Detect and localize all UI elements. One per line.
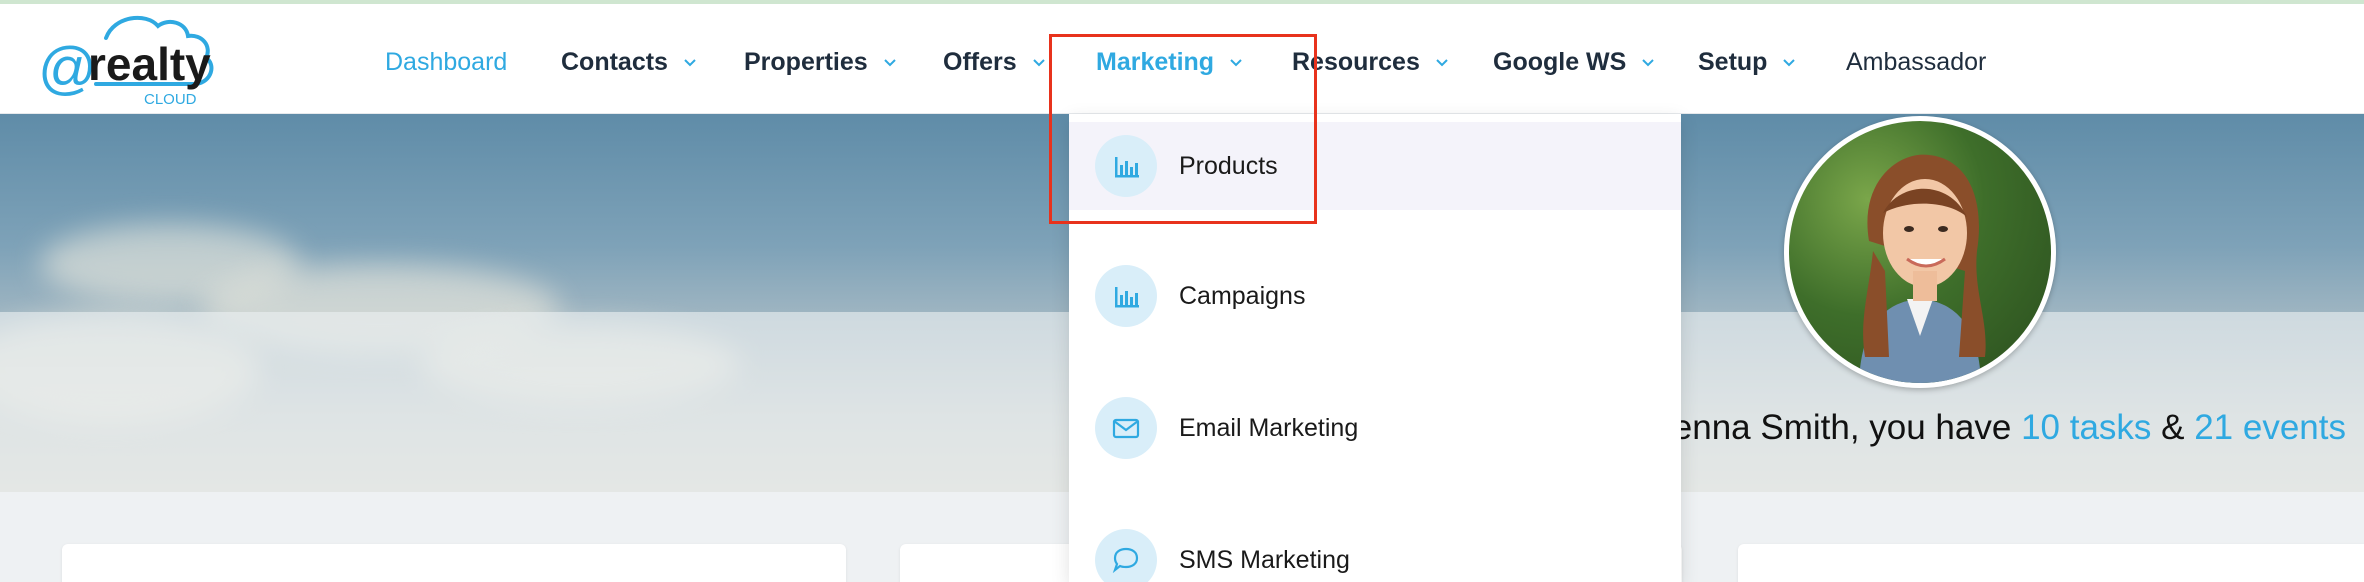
chevron-down-icon <box>682 54 698 70</box>
nav-contacts[interactable]: Contacts <box>561 42 698 82</box>
logo-subtext: CLOUD <box>144 91 197 108</box>
dashboard-card <box>62 544 846 582</box>
nav-properties[interactable]: Properties <box>744 42 898 82</box>
events-link[interactable]: 21 events <box>2194 408 2346 447</box>
menu-item-sms-marketing[interactable]: SMS Marketing <box>1069 516 1681 582</box>
nav-resources[interactable]: Resources <box>1292 42 1450 82</box>
menu-item-label: SMS Marketing <box>1179 545 1350 574</box>
nav-contacts-label: Contacts <box>561 47 668 76</box>
greeting-prefix: enna Smith, you have <box>1672 408 2022 447</box>
nav-google-ws-label: Google WS <box>1493 47 1627 76</box>
chevron-down-icon <box>1031 54 1047 70</box>
menu-item-label: Email Marketing <box>1179 413 1359 442</box>
menu-item-email-marketing[interactable]: Email Marketing <box>1069 384 1681 472</box>
menu-item-label: Products <box>1179 151 1278 180</box>
menu-item-campaigns[interactable]: Campaigns <box>1069 252 1681 340</box>
bar-chart-icon <box>1095 265 1157 327</box>
chevron-down-icon <box>1781 54 1797 70</box>
chevron-down-icon <box>1228 54 1244 70</box>
greeting-text: enna Smith, you have 10 tasks & 21 event… <box>1673 408 2346 448</box>
bar-chart-icon <box>1095 135 1157 197</box>
chevron-down-icon <box>1640 54 1656 70</box>
nav-dashboard[interactable]: Dashboard <box>385 42 507 82</box>
chevron-down-icon <box>882 54 898 70</box>
top-navbar: @ realty CLOUD Dashboard Contacts Proper… <box>0 4 2364 114</box>
marketing-dropdown-menu: Products Campaigns Email Marketing SMS M… <box>1069 114 1681 582</box>
tasks-link[interactable]: 10 tasks <box>2021 408 2151 447</box>
realty-cloud-logo[interactable]: @ realty CLOUD <box>36 12 266 108</box>
nav-resources-label: Resources <box>1292 47 1420 76</box>
nav-offers-label: Offers <box>943 47 1017 76</box>
nav-ambassador[interactable]: Ambassador <box>1846 42 1986 82</box>
nav-properties-label: Properties <box>744 47 868 76</box>
greeting-amp: & <box>2151 408 2195 447</box>
nav-marketing[interactable]: Marketing <box>1096 42 1244 82</box>
nav-setup[interactable]: Setup <box>1698 42 1797 82</box>
logo-wordmark: realty <box>88 38 211 90</box>
nav-dashboard-label: Dashboard <box>385 47 508 76</box>
chat-bubble-icon <box>1095 529 1157 582</box>
user-avatar[interactable] <box>1784 116 2056 388</box>
nav-google-ws[interactable]: Google WS <box>1493 42 1656 82</box>
envelope-icon <box>1095 397 1157 459</box>
dashboard-card <box>1738 544 2364 582</box>
chevron-down-icon <box>1434 54 1450 70</box>
nav-setup-label: Setup <box>1698 47 1768 76</box>
nav-offers[interactable]: Offers <box>943 42 1047 82</box>
menu-item-label: Campaigns <box>1179 281 1306 310</box>
nav-ambassador-label: Ambassador <box>1846 47 1987 76</box>
menu-item-products[interactable]: Products <box>1069 122 1681 210</box>
nav-marketing-label: Marketing <box>1096 47 1215 76</box>
